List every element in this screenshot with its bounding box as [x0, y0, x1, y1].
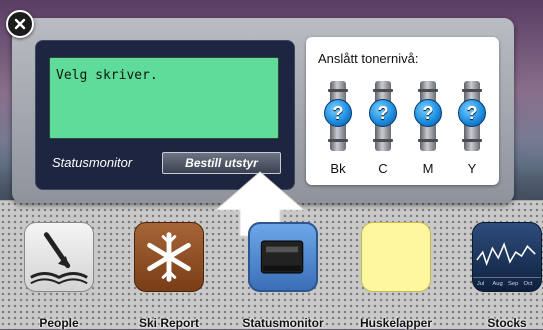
stocks-chart-icon: Jul Aug Sep Oct: [472, 222, 542, 292]
statusmonitor-label: Statusmonitor: [52, 155, 133, 170]
question-mark-icon: ?: [324, 99, 352, 127]
toner-cartridge-c: ? C: [369, 81, 397, 177]
status-display: Velg skriver.: [49, 57, 279, 139]
stocks-month-label: Jul: [477, 281, 484, 287]
stocks-month-label: Aug: [492, 281, 502, 287]
status-display-text: Velg skriver.: [56, 68, 158, 83]
toner-cartridge-m: ? M: [414, 81, 442, 177]
toner-label: Bk: [330, 161, 346, 176]
stocks-month-label: Sep: [508, 281, 518, 287]
app-huskelapper[interactable]: Huskelapper: [353, 222, 439, 330]
printer-icon: [248, 222, 318, 292]
sticky-note-icon: [361, 222, 431, 292]
app-ski-report[interactable]: Ski Report: [126, 222, 212, 330]
toner-label: C: [378, 161, 388, 176]
question-mark-icon: ?: [369, 99, 397, 127]
toner-cartridge-y: ? Y: [458, 81, 486, 177]
close-icon: [14, 18, 26, 30]
app-statusmonitor[interactable]: Statusmonitor: [240, 222, 326, 330]
question-mark-icon: ?: [414, 99, 442, 127]
question-mark-icon: ?: [458, 99, 486, 127]
close-widget-button[interactable]: [6, 10, 34, 38]
app-people[interactable]: People: [16, 222, 102, 330]
toner-cartridge-bk: ? Bk: [324, 81, 352, 177]
stocks-month-label: Oct: [524, 281, 533, 287]
toner-label: M: [422, 161, 434, 176]
address-book-icon: [24, 222, 94, 292]
toner-label: Y: [467, 161, 477, 176]
app-stocks[interactable]: Jul Aug Sep Oct Stocks: [464, 222, 543, 330]
toner-level-title: Anslått tonernivå:: [318, 51, 419, 66]
snowflake-icon: [134, 222, 204, 292]
toner-level-panel: Anslått tonernivå: ? Bk ? C ? M ? Y: [306, 37, 499, 185]
